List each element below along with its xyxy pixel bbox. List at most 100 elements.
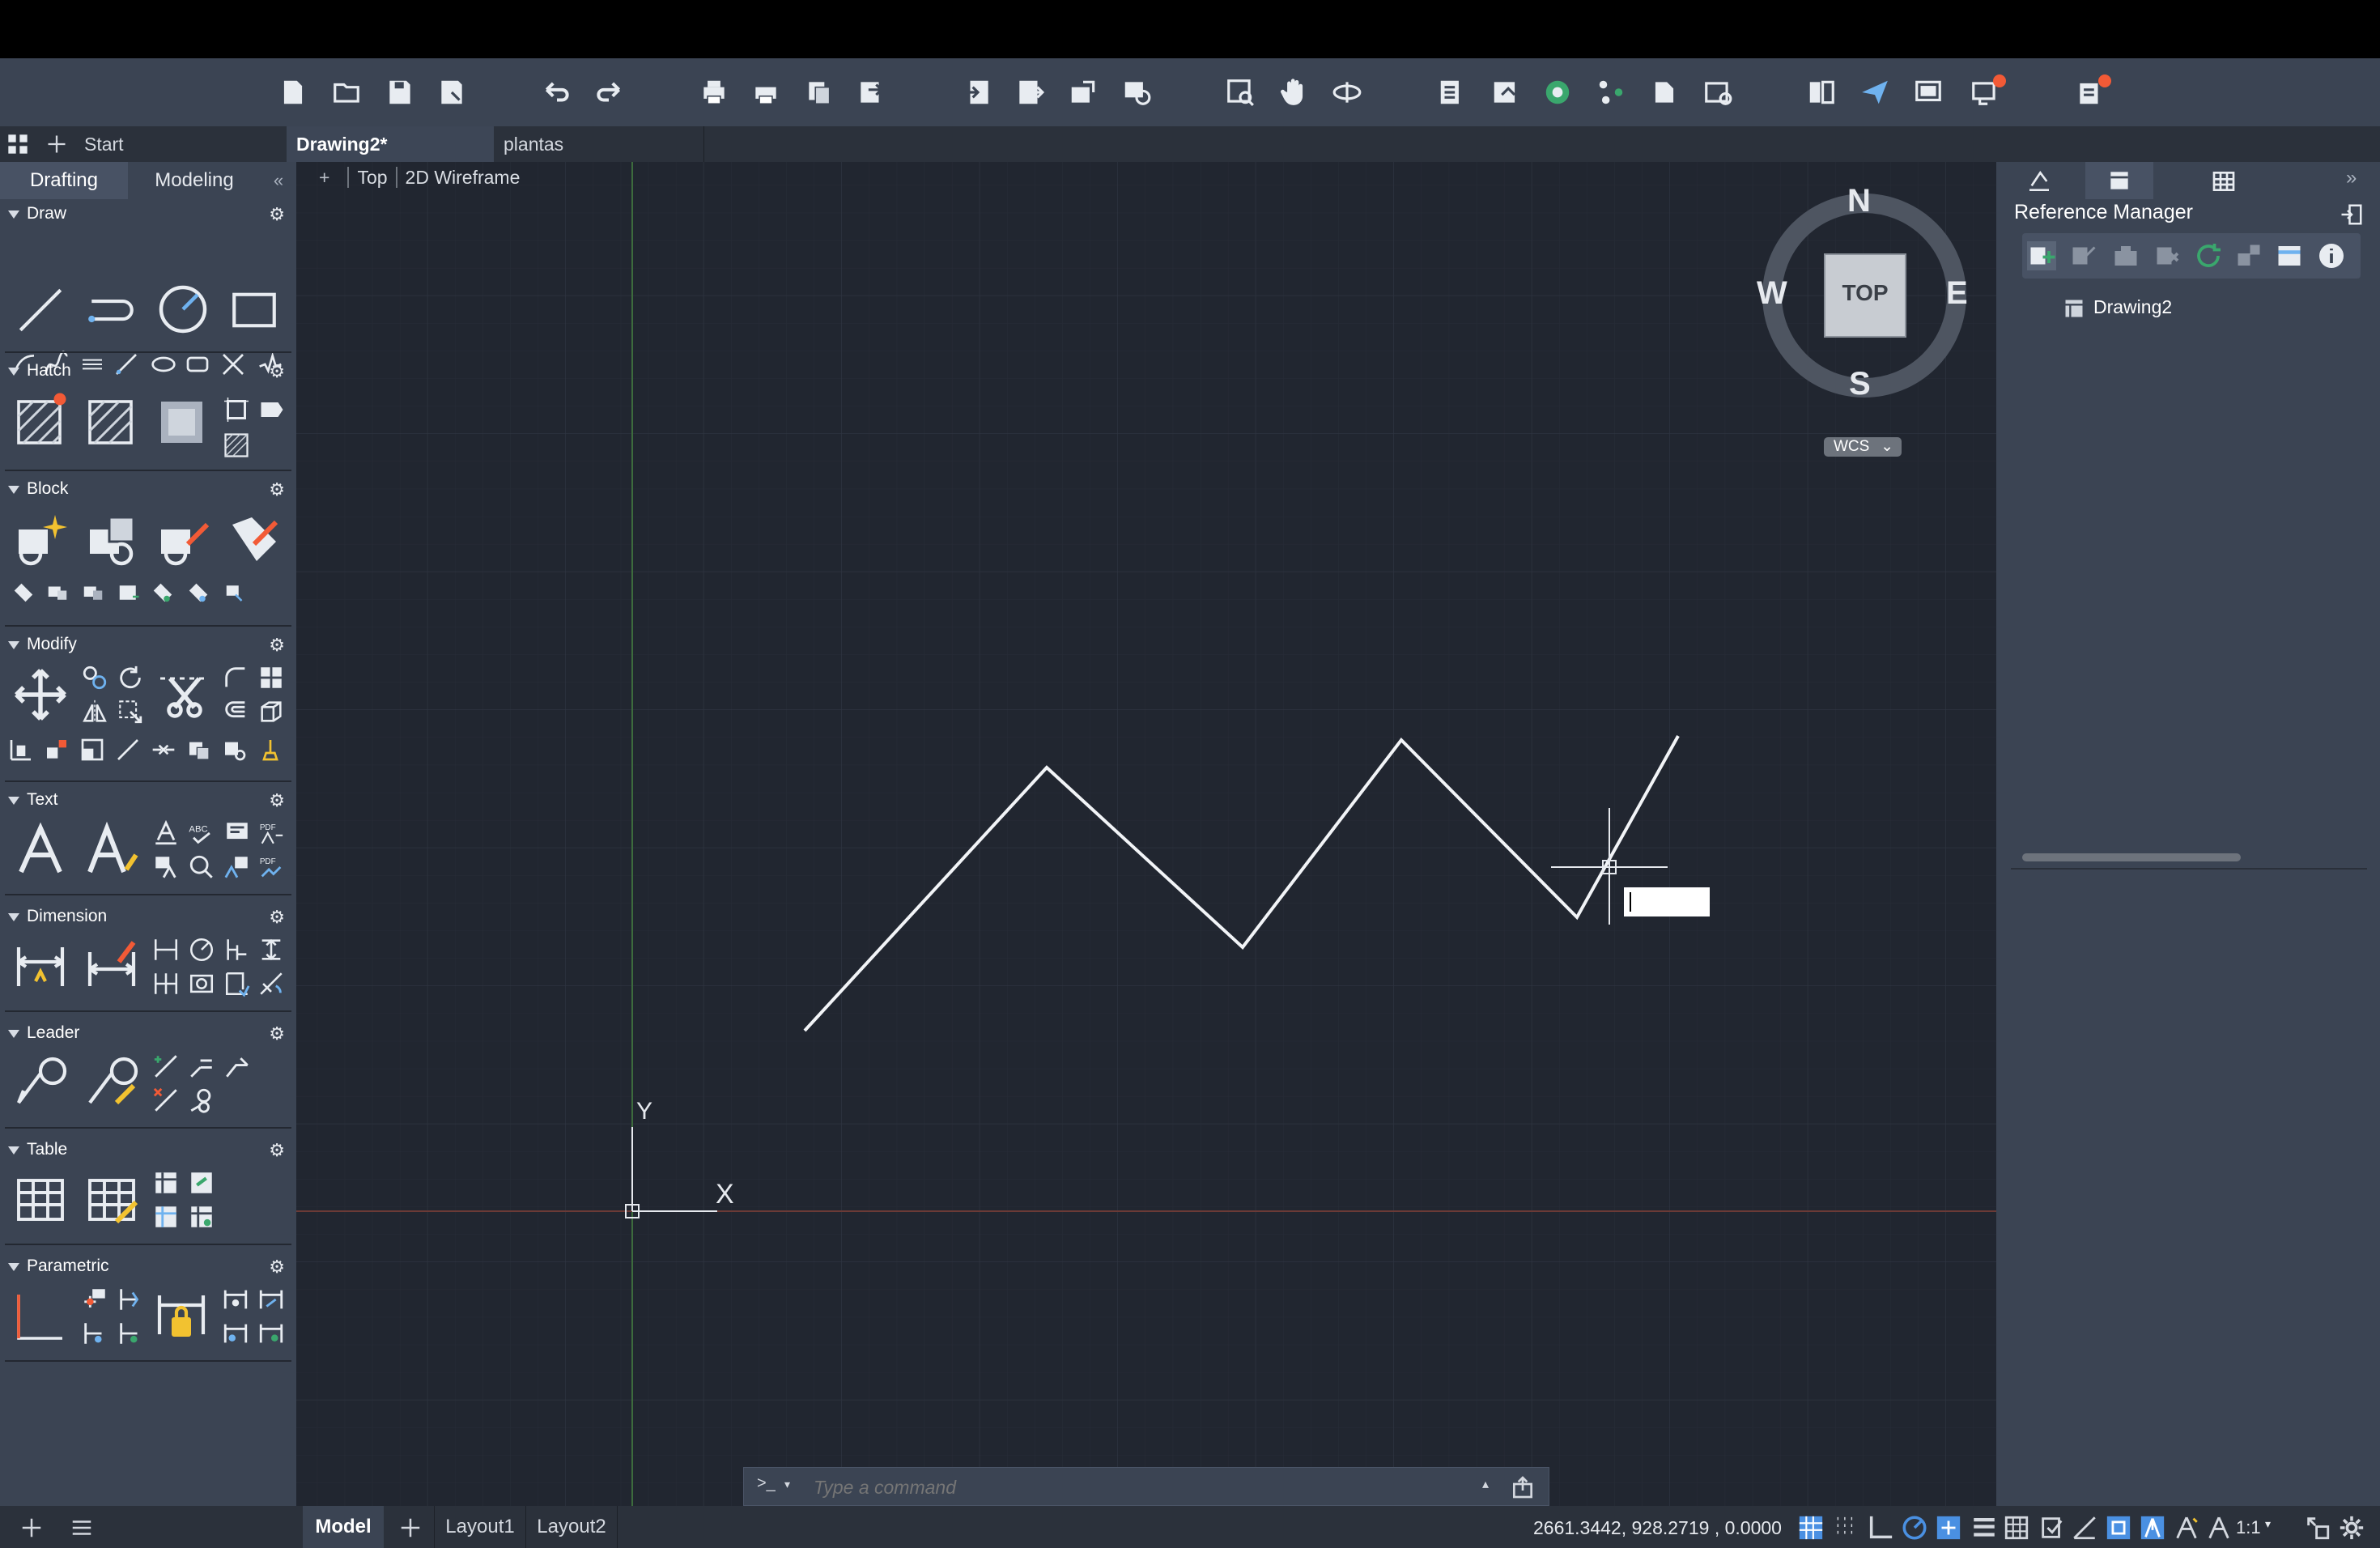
continue-dimension-icon[interactable] <box>152 970 180 997</box>
section-header-draw[interactable]: Draw ⚙ <box>0 202 296 227</box>
view-name[interactable]: Top <box>357 167 387 189</box>
dimension-update-icon[interactable] <box>257 970 285 997</box>
mirror-tool-icon[interactable] <box>81 698 108 725</box>
text-align-icon[interactable] <box>152 853 180 881</box>
tab-start[interactable]: Start <box>74 126 287 162</box>
insert-table-icon[interactable] <box>11 1171 70 1229</box>
extend-tool-icon[interactable] <box>115 737 141 763</box>
block-palette-icon[interactable] <box>117 578 141 607</box>
add-palette-icon[interactable] <box>19 1516 44 1540</box>
collect-leader-icon[interactable] <box>223 1053 251 1080</box>
export-pdf-icon[interactable] <box>853 74 889 110</box>
line-tool-icon[interactable] <box>11 283 70 337</box>
section-header-leader[interactable]: Leader ⚙ <box>0 1022 296 1046</box>
leader-balloon-icon[interactable] <box>188 1087 215 1114</box>
save-icon[interactable] <box>382 74 418 110</box>
share-icon[interactable] <box>1065 74 1101 110</box>
transparency-icon[interactable] <box>2003 1514 2030 1542</box>
coincident-constraint-icon[interactable] <box>117 1286 144 1313</box>
section-header-text[interactable]: Text ⚙ <box>0 789 296 813</box>
viewcube-top-face[interactable]: TOP <box>1825 280 1906 306</box>
table-palette-icon[interactable] <box>2210 168 2238 194</box>
tab-modeling[interactable]: Modeling <box>128 162 261 199</box>
share-command-icon[interactable] <box>1510 1474 1536 1500</box>
polyline-tool-icon[interactable] <box>83 283 141 337</box>
compass-north[interactable]: N <box>1847 183 1871 219</box>
join-tool-icon[interactable] <box>151 737 176 763</box>
zoom-window-icon[interactable] <box>1222 74 1258 110</box>
multiline-text-icon[interactable] <box>11 821 70 879</box>
import-icon[interactable] <box>960 74 996 110</box>
tab-plantas[interactable]: plantas <box>494 126 704 162</box>
web-mobile-icon[interactable] <box>1119 74 1154 110</box>
grid-display-icon[interactable] <box>1797 1514 1825 1542</box>
array-tool-icon[interactable] <box>257 664 285 691</box>
align-leader-icon[interactable] <box>188 1053 215 1080</box>
dock-panel-icon[interactable] <box>2340 202 2364 227</box>
plot-icon[interactable] <box>696 74 732 110</box>
grid-menu-icon[interactable] <box>6 133 29 155</box>
tolerance-icon[interactable] <box>188 970 215 997</box>
ortho-mode-icon[interactable] <box>1867 1514 1894 1542</box>
linear-dimension-icon[interactable] <box>83 938 141 996</box>
find-text-icon[interactable] <box>188 853 215 881</box>
orbit-icon[interactable] <box>1329 74 1365 110</box>
smart-dimension-icon[interactable] <box>11 938 70 996</box>
tab-drafting[interactable]: Drafting <box>0 162 128 199</box>
constraint-bar-icon[interactable] <box>81 1320 108 1347</box>
sheet-set-icon[interactable] <box>1647 74 1682 110</box>
customization-gear-icon[interactable] <box>2338 1514 2365 1542</box>
table-update-icon[interactable] <box>188 1203 215 1231</box>
stretch-tool-icon[interactable] <box>117 698 144 725</box>
command-prompt[interactable]: >_ <box>757 1474 776 1493</box>
open-folder-icon[interactable] <box>329 74 364 110</box>
hatch-tool-icon[interactable] <box>11 392 70 450</box>
drawing-canvas[interactable]: Y X N S E W TOP WCS ⌄ <box>296 162 1996 1506</box>
data-link-icon[interactable] <box>188 1169 215 1197</box>
compass-east[interactable]: E <box>1946 275 1968 312</box>
tool-palettes-icon[interactable] <box>1593 74 1629 110</box>
scale-readout[interactable]: 1:1 <box>2236 1517 2261 1538</box>
field-icon[interactable] <box>223 819 251 847</box>
circle-tool-icon[interactable] <box>154 280 212 338</box>
attach-reference-icon[interactable] <box>2027 241 2056 270</box>
workspace-switch-icon[interactable] <box>2304 1514 2331 1542</box>
rectangle-tool-icon[interactable] <box>225 283 283 337</box>
annotation-visibility-icon[interactable] <box>2173 1514 2200 1542</box>
chevron-down-icon[interactable]: ▾ <box>2265 1517 2271 1531</box>
aligned-dimension-icon[interactable] <box>152 936 180 963</box>
geometric-constraint-icon[interactable] <box>81 1286 108 1313</box>
visual-style[interactable]: 2D Wireframe <box>406 167 521 189</box>
reference-manager-tab-icon[interactable] <box>2085 162 2153 199</box>
polar-tracking-icon[interactable] <box>1901 1514 1928 1542</box>
annotation-scale-icon[interactable] <box>2205 1514 2233 1542</box>
auto-constrain-icon[interactable] <box>11 1287 70 1346</box>
break-tool-icon[interactable] <box>186 737 212 763</box>
section-header-parametric[interactable]: Parametric ⚙ <box>0 1255 296 1279</box>
edit-polyline-icon[interactable] <box>222 737 248 763</box>
new-file-icon[interactable] <box>275 74 311 110</box>
tab-drawing2[interactable]: Drawing2* <box>287 126 494 162</box>
dimension-break-icon[interactable] <box>223 970 251 997</box>
spell-check-icon[interactable]: ABC <box>188 819 215 847</box>
leader-style-icon[interactable] <box>83 1054 141 1112</box>
fillet-tool-icon[interactable] <box>222 664 249 691</box>
erase-tool-icon[interactable] <box>257 737 283 763</box>
export-icon[interactable] <box>1012 74 1048 110</box>
section-header-table[interactable]: Table ⚙ <box>0 1138 296 1163</box>
tab-model[interactable]: Model <box>303 1506 384 1548</box>
reference-folder-icon[interactable] <box>2275 241 2304 270</box>
command-input[interactable] <box>812 1473 1414 1502</box>
parameters-manager-icon[interactable] <box>222 1320 249 1347</box>
tab-layout1[interactable]: Layout1 <box>434 1506 526 1548</box>
new-tab-plus-icon[interactable] <box>45 133 68 155</box>
write-block-icon[interactable] <box>81 578 105 607</box>
copy-tool-icon[interactable] <box>81 664 108 691</box>
design-center-icon[interactable] <box>1540 74 1575 110</box>
wcs-dropdown[interactable]: WCS ⌄ <box>1824 437 1902 457</box>
offset-tool-icon[interactable] <box>222 698 249 725</box>
remove-reference-icon[interactable] <box>2153 241 2182 270</box>
gradient-tool-icon[interactable] <box>83 392 141 450</box>
explode-tool-icon[interactable] <box>44 737 70 763</box>
dimensional-constraint-icon[interactable] <box>152 1286 210 1344</box>
